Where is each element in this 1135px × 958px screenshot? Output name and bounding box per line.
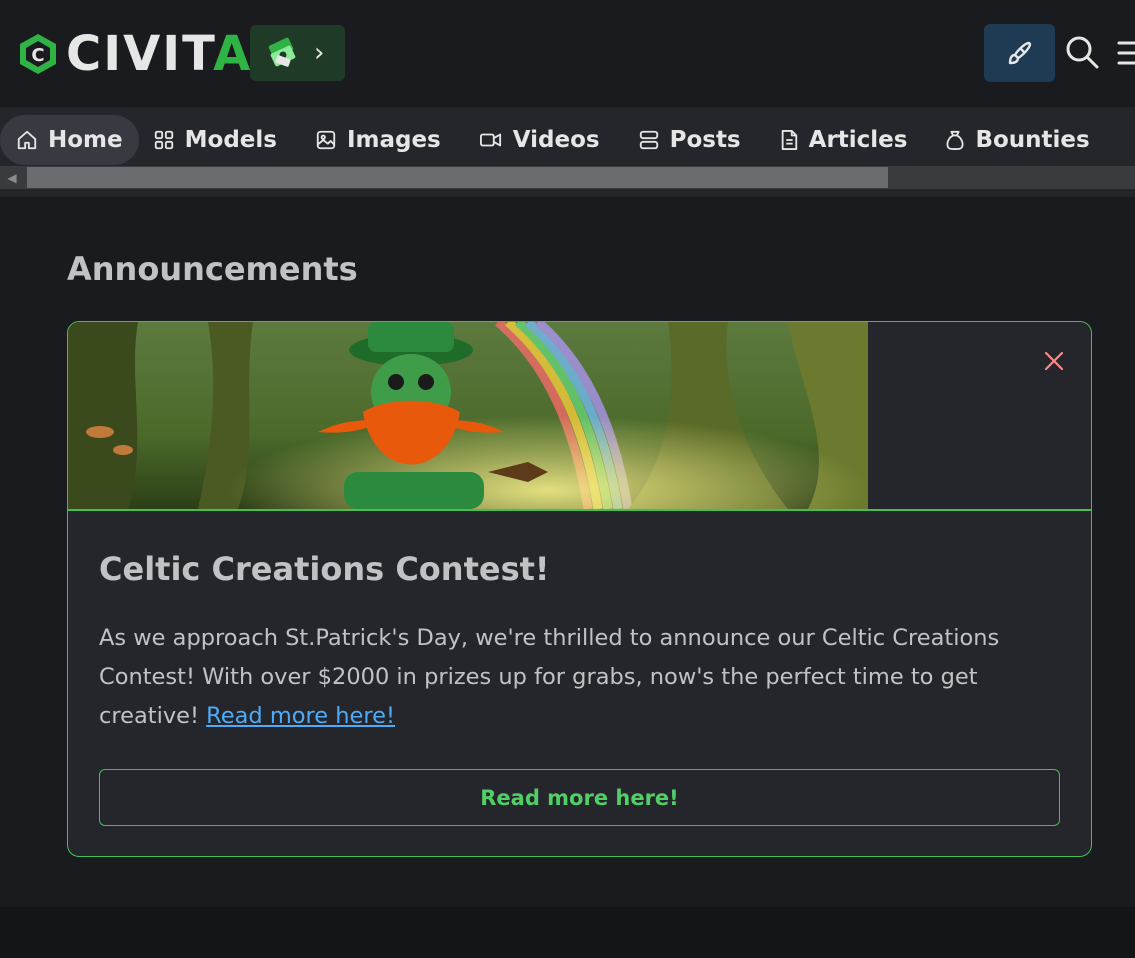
tab-articles[interactable]: Articles — [757, 115, 924, 165]
announcement-body: As we approach St.Patrick's Day, we're t… — [99, 619, 1069, 736]
chevron-right-icon: › — [314, 38, 325, 68]
grid-icon — [154, 130, 173, 150]
scroll-thumb[interactable] — [27, 167, 888, 188]
announcement-banner-image — [68, 322, 868, 509]
civitai-logo-icon: C — [20, 34, 56, 74]
footer-band — [0, 907, 1135, 958]
layers-icon — [639, 130, 658, 150]
file-icon — [781, 130, 797, 150]
buzz-money-icon — [268, 37, 296, 67]
tab-label: Bounties — [975, 127, 1090, 153]
tab-videos[interactable]: Videos — [457, 115, 616, 165]
buzz-button[interactable]: › — [250, 25, 345, 81]
tab-label: Articles — [808, 127, 908, 153]
announcement-card: Celtic Creations Contest! As we approach… — [67, 321, 1092, 857]
header: C CIVITAI › — [0, 0, 1135, 107]
brush-icon — [1008, 41, 1031, 65]
video-icon — [479, 133, 501, 147]
banner-divider — [68, 509, 1091, 511]
read-more-button[interactable]: Read more here! — [99, 769, 1060, 826]
menu-icon[interactable] — [1117, 40, 1135, 66]
nav-scrollbar[interactable]: ◀ — [0, 166, 1135, 189]
tab-label: Models — [184, 127, 277, 153]
moneybag-icon — [946, 130, 964, 150]
photo-icon — [316, 130, 336, 150]
svg-text:C: C — [31, 45, 44, 66]
search-icon[interactable] — [1064, 34, 1100, 70]
announcement-title: Celtic Creations Contest! — [99, 550, 550, 588]
tab-home[interactable]: Home — [0, 115, 139, 165]
logo-wordmark: CIVITAI — [66, 26, 273, 82]
tab-label: Home — [48, 127, 123, 153]
tab-label: Posts — [669, 127, 741, 153]
tab-label: Videos — [512, 127, 600, 153]
tab-posts[interactable]: Posts — [616, 115, 757, 165]
page-title: Announcements — [67, 250, 358, 288]
create-button[interactable] — [984, 24, 1055, 82]
nav-tabs: Home Models Images Videos Posts Articles… — [0, 115, 1106, 165]
tab-images[interactable]: Images — [293, 115, 457, 165]
tab-bounties[interactable]: Bounties — [923, 115, 1105, 165]
read-more-link[interactable]: Read more here! — [206, 703, 395, 729]
tab-models[interactable]: Models — [139, 115, 293, 165]
close-icon[interactable] — [1042, 349, 1066, 373]
civitai-logo[interactable]: C CIVITAI — [16, 26, 273, 82]
main-nav: Home Models Images Videos Posts Articles… — [0, 107, 1135, 197]
tab-label: Images — [346, 127, 441, 153]
scroll-left-arrow-icon[interactable]: ◀ — [4, 170, 20, 186]
home-icon — [17, 130, 37, 150]
